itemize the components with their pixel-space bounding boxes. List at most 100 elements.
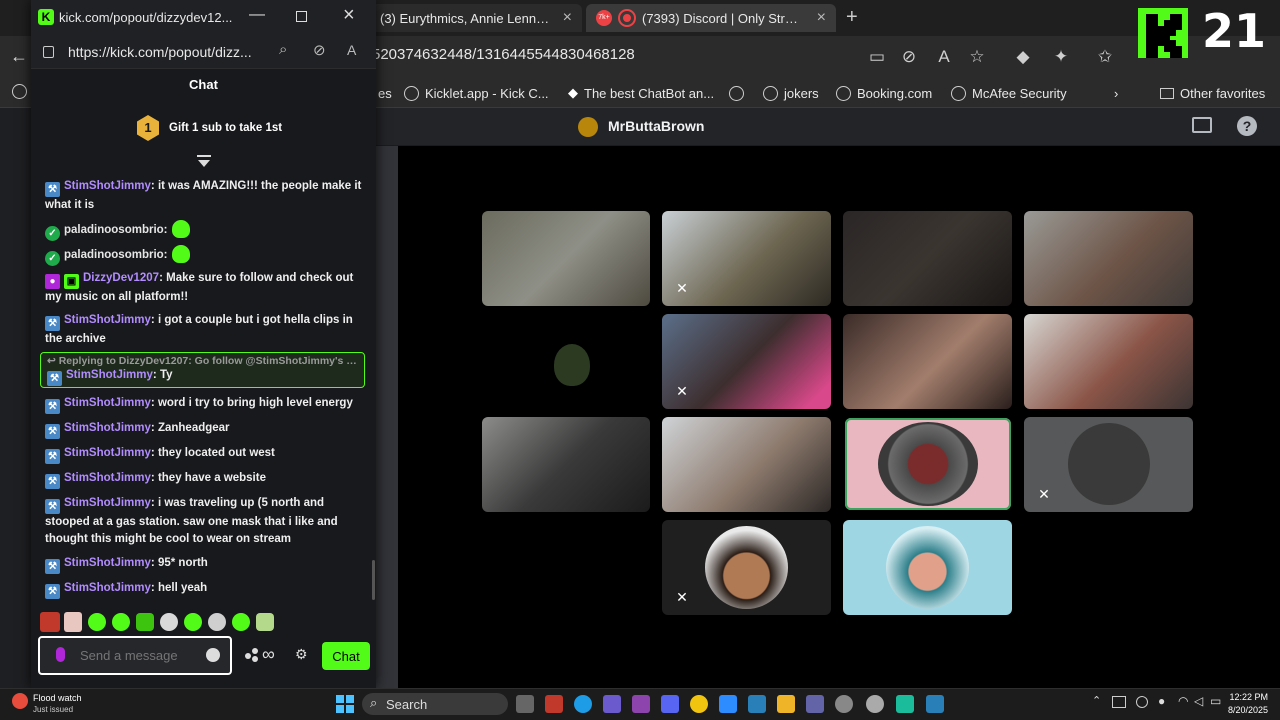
video-tile[interactable]: ✕ [662, 211, 831, 306]
chat-input-box[interactable] [38, 636, 232, 675]
chat-username[interactable]: paladinoosombrio [64, 224, 164, 236]
emote-icon[interactable] [256, 613, 274, 631]
video-tile[interactable]: ✕ [662, 314, 831, 409]
settings-gear-icon[interactable]: ⚙ [295, 646, 308, 663]
other-favorites[interactable]: Other favorites [1160, 84, 1265, 102]
tracking-icon[interactable]: ⊘ [898, 46, 920, 68]
bookmark-0[interactable]: es [378, 84, 392, 102]
close-icon[interactable]: × [343, 4, 355, 27]
chat-username[interactable]: StimShotJimmy [64, 397, 151, 409]
emote-icon[interactable] [40, 612, 60, 632]
weather-alert-icon[interactable] [12, 693, 28, 709]
bookmark-kicklet[interactable]: Kicklet.app - Kick C... [404, 84, 549, 102]
url-text[interactable]: 520374632448/1316445544830468128 [372, 46, 635, 68]
bookmark-mcafee[interactable]: McAfee Security [951, 84, 1067, 102]
chat-username[interactable]: StimShotJimmy [64, 497, 151, 509]
task-view-icon[interactable] [516, 695, 534, 713]
emote-icon[interactable] [160, 613, 178, 631]
scroll-to-latest-icon[interactable] [196, 154, 212, 168]
notification-title[interactable]: Flood watch [33, 693, 82, 703]
edge-icon[interactable] [574, 695, 592, 713]
send-chat-button[interactable]: Chat [322, 642, 370, 670]
media-player-icon[interactable] [835, 695, 853, 713]
close-tab-icon[interactable]: × [817, 9, 826, 27]
app-icon[interactable] [690, 695, 708, 713]
video-tile[interactable] [662, 417, 831, 512]
app-icon[interactable] [896, 695, 914, 713]
read-aloud-icon[interactable]: A [347, 42, 356, 58]
gift-leaderboard[interactable]: 1 Gift 1 sub to take 1st [31, 110, 376, 146]
discord-icon[interactable] [661, 695, 679, 713]
popup-url[interactable]: https://kick.com/popout/dizz... [68, 44, 268, 60]
tray-icon[interactable] [1112, 696, 1126, 708]
video-tile[interactable]: ✕ [1024, 417, 1193, 512]
chat-username[interactable]: StimShotJimmy [64, 472, 151, 484]
zoom-icon[interactable]: ⌕ [279, 41, 287, 58]
puzzle-icon[interactable]: ✦ [1050, 46, 1072, 68]
chevron-up-icon[interactable]: ⌃ [1092, 694, 1101, 707]
bookmark-chatbot[interactable]: ◆ The best ChatBot an... [568, 84, 714, 102]
video-tile[interactable] [482, 314, 650, 409]
app-icon[interactable] [748, 695, 766, 713]
windows-start-icon[interactable] [336, 695, 354, 713]
zoom-app-icon[interactable] [719, 695, 737, 713]
browser-tab-eurythmics[interactable]: (3) Eurythmics, Annie Lennox, Da × [370, 4, 582, 32]
microphone-tray-icon[interactable]: ● [1158, 694, 1165, 708]
reply-context[interactable]: ↩ Replying to DizzyDev1207: Go follow @S… [47, 355, 359, 367]
microphone-icon[interactable] [56, 647, 65, 662]
video-tile[interactable] [1024, 211, 1193, 306]
chat-username[interactable]: StimShotJimmy [64, 557, 151, 569]
camera-icon[interactable]: ▭ [866, 46, 888, 68]
file-explorer-icon[interactable] [777, 695, 795, 713]
tray-icon[interactable] [1136, 696, 1148, 708]
clock-time[interactable]: 12:22 PM [1228, 692, 1268, 702]
help-icon[interactable]: ? [1237, 116, 1257, 136]
chat-username[interactable]: StimShotJimmy [64, 582, 151, 594]
emote-icon[interactable] [136, 613, 154, 631]
teams-icon[interactable] [806, 695, 824, 713]
taskbar-search[interactable]: ⌕ Search [362, 693, 508, 715]
app-icon[interactable] [632, 695, 650, 713]
read-aloud-icon[interactable]: A [933, 46, 955, 68]
chat-username[interactable]: paladinoosombrio [64, 249, 164, 261]
chat-username[interactable]: StimShotJimmy [64, 314, 151, 326]
emote-icon[interactable] [112, 613, 130, 631]
minimize-icon[interactable]: — [249, 6, 265, 24]
chevron-right-icon[interactable]: › [1114, 84, 1118, 102]
tracking-icon[interactable]: ⊘ [313, 41, 326, 59]
close-tab-icon[interactable]: × [563, 9, 572, 27]
emote-icon[interactable] [232, 613, 250, 631]
chat-username[interactable]: DizzyDev1207 [83, 272, 159, 284]
popout-icon[interactable] [1192, 117, 1212, 133]
video-tile[interactable] [1024, 314, 1193, 409]
clock-date[interactable]: 8/20/2025 [1222, 705, 1268, 715]
chat-scrollbar[interactable] [372, 560, 375, 600]
video-tile[interactable] [843, 314, 1012, 409]
emote-icon[interactable] [208, 613, 226, 631]
battery-icon[interactable]: ▭ [1210, 694, 1221, 708]
settings-app-icon[interactable] [866, 695, 884, 713]
favorites-icon[interactable]: ✩ [1094, 46, 1116, 68]
emote-icon[interactable] [184, 613, 202, 631]
chat-username[interactable]: StimShotJimmy [64, 180, 151, 192]
video-tile[interactable] [482, 211, 650, 306]
chat-username[interactable]: StimShotJimmy [64, 447, 151, 459]
chat-username[interactable]: StimShotJimmy [66, 369, 153, 381]
infinity-icon[interactable]: ∞ [262, 644, 275, 665]
share-icon[interactable] [244, 648, 260, 662]
bookmark-booking[interactable]: Booking.com [836, 84, 932, 102]
emote-icon[interactable] [88, 613, 106, 631]
video-tile[interactable] [482, 417, 650, 512]
chat-message-input[interactable] [80, 646, 200, 664]
video-tile[interactable] [843, 211, 1012, 306]
copilot-icon[interactable] [603, 695, 621, 713]
emoji-picker-icon[interactable] [206, 648, 220, 662]
video-tile-speaking[interactable] [845, 418, 1011, 510]
chat-username[interactable]: StimShotJimmy [64, 422, 151, 434]
favorite-star-icon[interactable]: ☆ [966, 46, 988, 68]
bookmark-globe-blank[interactable] [729, 84, 744, 102]
new-tab-icon[interactable]: + [846, 6, 858, 29]
browser-tab-discord[interactable]: 7k+ (7393) Discord | Only Stream × [586, 4, 836, 32]
volume-icon[interactable]: ◁ [1194, 694, 1203, 708]
video-tile[interactable] [843, 520, 1012, 615]
